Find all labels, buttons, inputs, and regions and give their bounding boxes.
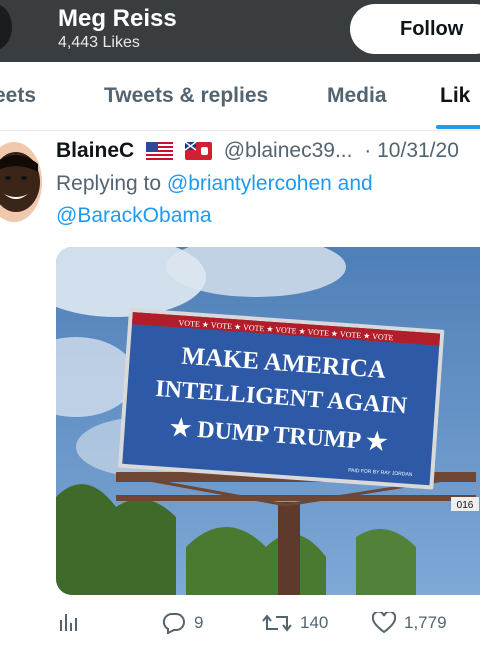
tab-tweets-and-replies[interactable]: Tweets & replies <box>104 84 268 108</box>
replying-to-conjunction: and <box>331 172 373 195</box>
reply-button[interactable]: 9 <box>162 612 203 634</box>
profile-likes-count: 4,443 Likes <box>58 34 140 51</box>
back-button[interactable] <box>0 4 12 50</box>
tweet-author-handle[interactable]: @blainec39... <box>224 139 353 162</box>
billboard-photo: VOTE ★ VOTE ★ VOTE ★ VOTE ★ VOTE ★ VOTE … <box>56 247 480 595</box>
replying-to-prefix: Replying to <box>56 172 162 195</box>
like-count: 1,779 <box>404 613 447 632</box>
us-flag-icon <box>146 142 174 161</box>
retweet-button[interactable]: 140 <box>262 612 328 634</box>
tweet-image[interactable]: VOTE ★ VOTE ★ VOTE ★ VOTE ★ VOTE ★ VOTE … <box>56 247 480 595</box>
avatar-photo <box>0 142 42 222</box>
mention-link-briantylercohen[interactable]: @briantylercohen <box>167 172 332 195</box>
like-button[interactable]: 1,779 <box>372 612 447 634</box>
mention-link-barackobama[interactable]: @BarackObama <box>56 204 212 227</box>
analytics-icon <box>60 614 77 631</box>
retweet-icon <box>262 614 292 632</box>
follow-button[interactable]: Follow <box>350 4 480 54</box>
reply-icon <box>162 612 185 634</box>
avatar[interactable] <box>0 142 42 222</box>
tab-likes[interactable]: Lik <box>440 84 470 108</box>
analytics-button[interactable] <box>58 612 78 632</box>
tweet-author-name[interactable]: BlaineC <box>56 139 134 162</box>
active-tab-indicator <box>436 125 480 129</box>
retweet-count: 140 <box>300 613 329 632</box>
tab-media[interactable]: Media <box>327 84 387 108</box>
reply-count: 9 <box>194 613 204 632</box>
tab-tweets[interactable]: eets <box>0 84 36 108</box>
profile-tabs: eets Tweets & replies Media Lik <box>0 62 480 131</box>
profile-name: Meg Reiss <box>58 5 177 32</box>
tweet-actions: 9 140 1,779 <box>0 600 480 650</box>
tweet-date[interactable]: · 10/31/20 <box>364 139 459 162</box>
bermuda-flag-icon <box>184 142 212 161</box>
replying-to-line-2: @BarackObama <box>56 204 212 228</box>
follow-button-label: Follow <box>400 18 464 40</box>
replying-to-line: Replying to @briantylercohen and <box>56 172 373 196</box>
tweet-header: BlaineC @blainec39... · 10/31/20 <box>56 139 459 163</box>
heart-icon <box>372 612 396 634</box>
billboard-panel-number: 016 <box>457 500 474 511</box>
profile-header-bar: Meg Reiss 4,443 Likes Follow <box>0 0 480 62</box>
